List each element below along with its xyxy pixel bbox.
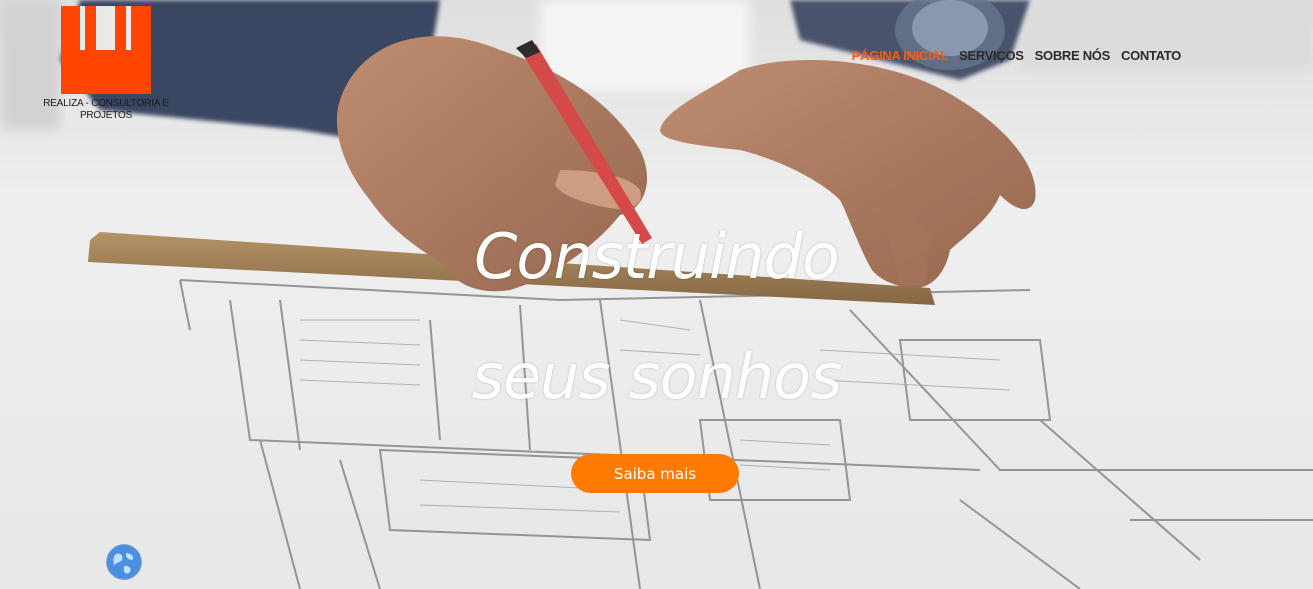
- hero-headline-line1: Construindo: [474, 220, 840, 293]
- nav-item-contact[interactable]: CONTATO: [1121, 48, 1181, 63]
- learn-more-button[interactable]: Saiba mais: [571, 454, 739, 493]
- brand-name: REALIZA - CONSULTORIA E PROJETOS: [43, 98, 169, 121]
- nav-item-about[interactable]: SOBRE NÓS: [1035, 48, 1111, 63]
- nav-item-home[interactable]: PÁGINA INICIAL: [852, 48, 949, 63]
- main-navigation: PÁGINA INICIAL SERVIÇOS SOBRE NÓS CONTAT…: [852, 48, 1182, 63]
- bar-chart-logo-icon: [61, 6, 151, 94]
- nav-item-services[interactable]: SERVIÇOS: [959, 48, 1024, 63]
- hero-headline-line2: seus sonhos: [471, 340, 843, 413]
- hero-section: [0, 0, 1313, 589]
- brand-logo[interactable]: REALIZA - CONSULTORIA E PROJETOS: [36, 6, 176, 122]
- hero-background-image: [0, 0, 1313, 589]
- globe-icon[interactable]: [106, 544, 142, 580]
